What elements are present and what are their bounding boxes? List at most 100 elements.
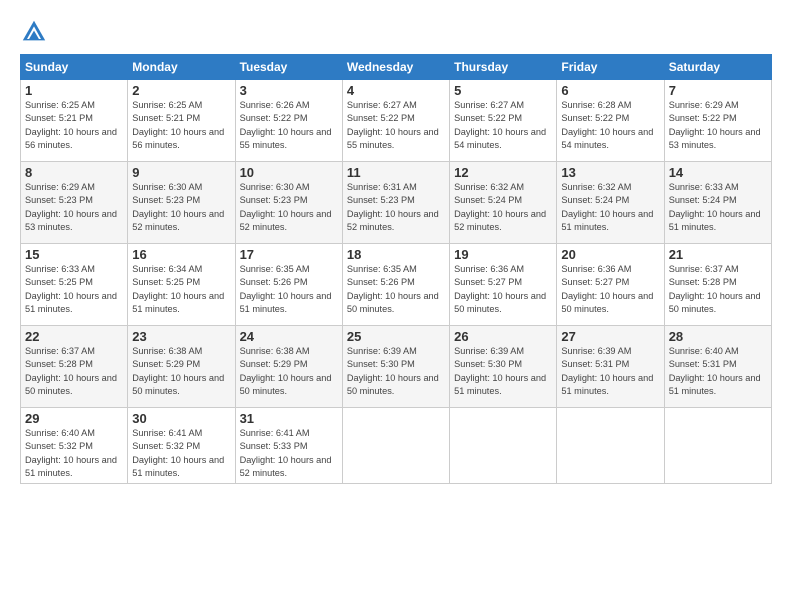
day-number: 23 (132, 329, 230, 344)
day-info: Sunrise: 6:37 AMSunset: 5:28 PMDaylight:… (25, 345, 123, 398)
day-number: 25 (347, 329, 445, 344)
calendar-cell: 12 Sunrise: 6:32 AMSunset: 5:24 PMDaylig… (450, 162, 557, 244)
calendar-cell: 22 Sunrise: 6:37 AMSunset: 5:28 PMDaylig… (21, 326, 128, 408)
logo (20, 18, 54, 46)
day-info: Sunrise: 6:35 AMSunset: 5:26 PMDaylight:… (240, 263, 338, 316)
day-number: 9 (132, 165, 230, 180)
calendar-day-header: Saturday (664, 55, 771, 80)
calendar-cell (450, 408, 557, 484)
calendar-cell: 10 Sunrise: 6:30 AMSunset: 5:23 PMDaylig… (235, 162, 342, 244)
day-number: 2 (132, 83, 230, 98)
day-number: 18 (347, 247, 445, 262)
day-info: Sunrise: 6:32 AMSunset: 5:24 PMDaylight:… (561, 181, 659, 234)
page-container: SundayMondayTuesdayWednesdayThursdayFrid… (0, 0, 792, 612)
day-number: 24 (240, 329, 338, 344)
day-number: 14 (669, 165, 767, 180)
day-info: Sunrise: 6:41 AMSunset: 5:33 PMDaylight:… (240, 427, 338, 480)
day-info: Sunrise: 6:25 AMSunset: 5:21 PMDaylight:… (132, 99, 230, 152)
calendar-day-header: Wednesday (342, 55, 449, 80)
day-number: 10 (240, 165, 338, 180)
day-info: Sunrise: 6:30 AMSunset: 5:23 PMDaylight:… (132, 181, 230, 234)
page-header (20, 18, 772, 46)
calendar-week-row: 15 Sunrise: 6:33 AMSunset: 5:25 PMDaylig… (21, 244, 772, 326)
day-info: Sunrise: 6:40 AMSunset: 5:31 PMDaylight:… (669, 345, 767, 398)
calendar-cell: 27 Sunrise: 6:39 AMSunset: 5:31 PMDaylig… (557, 326, 664, 408)
day-number: 20 (561, 247, 659, 262)
calendar-cell: 15 Sunrise: 6:33 AMSunset: 5:25 PMDaylig… (21, 244, 128, 326)
calendar-cell: 30 Sunrise: 6:41 AMSunset: 5:32 PMDaylig… (128, 408, 235, 484)
day-number: 21 (669, 247, 767, 262)
calendar-cell (664, 408, 771, 484)
day-info: Sunrise: 6:26 AMSunset: 5:22 PMDaylight:… (240, 99, 338, 152)
calendar-cell: 28 Sunrise: 6:40 AMSunset: 5:31 PMDaylig… (664, 326, 771, 408)
day-number: 27 (561, 329, 659, 344)
day-number: 19 (454, 247, 552, 262)
day-info: Sunrise: 6:37 AMSunset: 5:28 PMDaylight:… (669, 263, 767, 316)
day-number: 4 (347, 83, 445, 98)
calendar-day-header: Tuesday (235, 55, 342, 80)
day-info: Sunrise: 6:41 AMSunset: 5:32 PMDaylight:… (132, 427, 230, 480)
day-number: 22 (25, 329, 123, 344)
calendar-cell: 25 Sunrise: 6:39 AMSunset: 5:30 PMDaylig… (342, 326, 449, 408)
calendar-cell: 20 Sunrise: 6:36 AMSunset: 5:27 PMDaylig… (557, 244, 664, 326)
day-info: Sunrise: 6:38 AMSunset: 5:29 PMDaylight:… (132, 345, 230, 398)
day-number: 8 (25, 165, 123, 180)
day-info: Sunrise: 6:30 AMSunset: 5:23 PMDaylight:… (240, 181, 338, 234)
day-info: Sunrise: 6:36 AMSunset: 5:27 PMDaylight:… (561, 263, 659, 316)
day-number: 12 (454, 165, 552, 180)
calendar-cell: 2 Sunrise: 6:25 AMSunset: 5:21 PMDayligh… (128, 80, 235, 162)
day-info: Sunrise: 6:40 AMSunset: 5:32 PMDaylight:… (25, 427, 123, 480)
calendar-cell: 31 Sunrise: 6:41 AMSunset: 5:33 PMDaylig… (235, 408, 342, 484)
calendar-cell: 17 Sunrise: 6:35 AMSunset: 5:26 PMDaylig… (235, 244, 342, 326)
calendar-cell: 26 Sunrise: 6:39 AMSunset: 5:30 PMDaylig… (450, 326, 557, 408)
calendar-day-header: Thursday (450, 55, 557, 80)
calendar-cell: 24 Sunrise: 6:38 AMSunset: 5:29 PMDaylig… (235, 326, 342, 408)
day-info: Sunrise: 6:31 AMSunset: 5:23 PMDaylight:… (347, 181, 445, 234)
day-number: 31 (240, 411, 338, 426)
day-info: Sunrise: 6:35 AMSunset: 5:26 PMDaylight:… (347, 263, 445, 316)
day-info: Sunrise: 6:38 AMSunset: 5:29 PMDaylight:… (240, 345, 338, 398)
day-info: Sunrise: 6:29 AMSunset: 5:23 PMDaylight:… (25, 181, 123, 234)
calendar-cell: 29 Sunrise: 6:40 AMSunset: 5:32 PMDaylig… (21, 408, 128, 484)
day-number: 5 (454, 83, 552, 98)
calendar-cell: 14 Sunrise: 6:33 AMSunset: 5:24 PMDaylig… (664, 162, 771, 244)
calendar-week-row: 22 Sunrise: 6:37 AMSunset: 5:28 PMDaylig… (21, 326, 772, 408)
calendar-week-row: 8 Sunrise: 6:29 AMSunset: 5:23 PMDayligh… (21, 162, 772, 244)
day-number: 6 (561, 83, 659, 98)
day-number: 7 (669, 83, 767, 98)
day-number: 1 (25, 83, 123, 98)
calendar-cell: 3 Sunrise: 6:26 AMSunset: 5:22 PMDayligh… (235, 80, 342, 162)
day-info: Sunrise: 6:34 AMSunset: 5:25 PMDaylight:… (132, 263, 230, 316)
calendar-cell (342, 408, 449, 484)
day-number: 11 (347, 165, 445, 180)
calendar-cell: 13 Sunrise: 6:32 AMSunset: 5:24 PMDaylig… (557, 162, 664, 244)
day-number: 16 (132, 247, 230, 262)
day-number: 3 (240, 83, 338, 98)
day-number: 15 (25, 247, 123, 262)
calendar-cell: 4 Sunrise: 6:27 AMSunset: 5:22 PMDayligh… (342, 80, 449, 162)
logo-icon (20, 18, 48, 46)
day-info: Sunrise: 6:28 AMSunset: 5:22 PMDaylight:… (561, 99, 659, 152)
calendar-cell: 23 Sunrise: 6:38 AMSunset: 5:29 PMDaylig… (128, 326, 235, 408)
calendar-cell: 8 Sunrise: 6:29 AMSunset: 5:23 PMDayligh… (21, 162, 128, 244)
day-info: Sunrise: 6:36 AMSunset: 5:27 PMDaylight:… (454, 263, 552, 316)
day-info: Sunrise: 6:27 AMSunset: 5:22 PMDaylight:… (454, 99, 552, 152)
calendar-cell: 21 Sunrise: 6:37 AMSunset: 5:28 PMDaylig… (664, 244, 771, 326)
calendar-cell: 9 Sunrise: 6:30 AMSunset: 5:23 PMDayligh… (128, 162, 235, 244)
day-info: Sunrise: 6:39 AMSunset: 5:31 PMDaylight:… (561, 345, 659, 398)
calendar-cell: 18 Sunrise: 6:35 AMSunset: 5:26 PMDaylig… (342, 244, 449, 326)
day-number: 17 (240, 247, 338, 262)
day-number: 29 (25, 411, 123, 426)
calendar-week-row: 1 Sunrise: 6:25 AMSunset: 5:21 PMDayligh… (21, 80, 772, 162)
calendar-cell: 19 Sunrise: 6:36 AMSunset: 5:27 PMDaylig… (450, 244, 557, 326)
day-number: 28 (669, 329, 767, 344)
calendar-table: SundayMondayTuesdayWednesdayThursdayFrid… (20, 54, 772, 484)
calendar-day-header: Monday (128, 55, 235, 80)
day-info: Sunrise: 6:39 AMSunset: 5:30 PMDaylight:… (347, 345, 445, 398)
calendar-cell: 11 Sunrise: 6:31 AMSunset: 5:23 PMDaylig… (342, 162, 449, 244)
calendar-cell (557, 408, 664, 484)
day-info: Sunrise: 6:33 AMSunset: 5:25 PMDaylight:… (25, 263, 123, 316)
calendar-day-header: Sunday (21, 55, 128, 80)
day-info: Sunrise: 6:25 AMSunset: 5:21 PMDaylight:… (25, 99, 123, 152)
day-number: 13 (561, 165, 659, 180)
